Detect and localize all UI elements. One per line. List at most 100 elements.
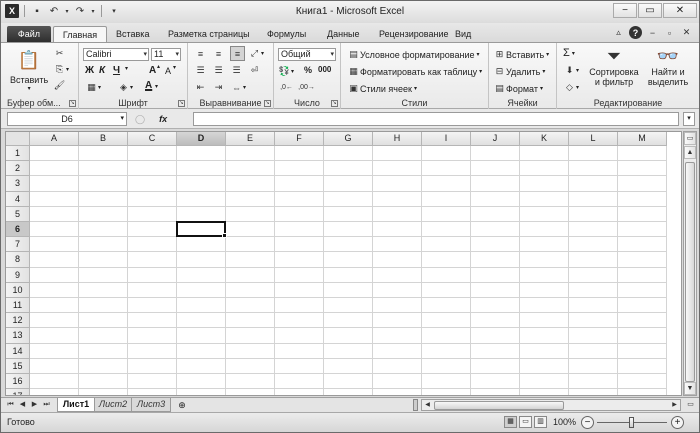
merge-center-button[interactable]: ⇔ ▾: [230, 81, 246, 94]
insert-cells-button[interactable]: ⊞ Вставить ▾: [493, 48, 549, 61]
cell-styles-button[interactable]: ▣ Стили ячеек ▾: [347, 82, 417, 95]
row-header-13[interactable]: 13: [6, 328, 30, 344]
insert-sheet-icon[interactable]: ⊕: [173, 399, 191, 411]
align-right-button[interactable]: ☰: [230, 64, 243, 77]
tab-formulas[interactable]: Формулы: [267, 26, 306, 42]
tab-home[interactable]: Главная: [53, 26, 107, 42]
tab-split-handle[interactable]: [413, 399, 418, 411]
maximize-icon[interactable]: ▭: [638, 3, 662, 18]
number-launcher-icon[interactable]: ↘: [331, 100, 338, 107]
tab-file[interactable]: Файл: [7, 26, 51, 42]
delete-cells-button[interactable]: ⊟ Удалить ▾: [493, 65, 546, 78]
shrink-font-button[interactable]: A: [165, 66, 171, 76]
worksheet-grid[interactable]: ABCDEFGHIJKLM1234567891011121314151617: [5, 131, 682, 396]
percent-button[interactable]: %: [304, 65, 312, 75]
scroll-left-icon[interactable]: ◀: [422, 400, 433, 410]
number-format-combo[interactable]: Общий ▾: [278, 48, 336, 61]
align-top-button[interactable]: ≡: [194, 47, 207, 60]
scroll-down-icon[interactable]: ▼: [684, 382, 696, 395]
row-header-8[interactable]: 8: [6, 252, 30, 268]
doc-restore-icon[interactable]: ▫: [663, 26, 676, 39]
scroll-right-icon[interactable]: ▶: [669, 400, 680, 410]
vertical-scrollbar[interactable]: ▭ ▲ ▼: [683, 131, 697, 396]
align-center-button[interactable]: ☰: [212, 64, 225, 77]
row-header-6[interactable]: 6: [6, 222, 30, 238]
split-box-icon[interactable]: ▭: [684, 132, 696, 145]
column-header-l[interactable]: L: [569, 132, 618, 146]
redo-dropdown-icon[interactable]: ▾: [90, 4, 96, 18]
split-box-h-icon[interactable]: ▭: [685, 399, 696, 411]
tab-page-layout[interactable]: Разметка страницы: [168, 26, 250, 42]
first-sheet-icon[interactable]: ⏮: [5, 399, 16, 411]
minimize-icon[interactable]: −: [613, 3, 637, 18]
minimize-ribbon-icon[interactable]: ▵: [612, 26, 625, 39]
save-icon[interactable]: ▪: [30, 4, 44, 18]
fill-button[interactable]: ⬇ ▾: [563, 64, 579, 77]
expand-formula-bar-icon[interactable]: ▾: [683, 112, 695, 126]
page-break-view-icon[interactable]: ▥: [534, 416, 547, 428]
row-header-12[interactable]: 12: [6, 313, 30, 329]
bold-button[interactable]: Ж: [85, 65, 94, 76]
row-header-5[interactable]: 5: [6, 206, 30, 222]
column-header-g[interactable]: G: [324, 132, 373, 146]
wrap-text-button[interactable]: ⏎: [248, 64, 261, 77]
row-header-1[interactable]: 1: [6, 146, 30, 162]
column-header-f[interactable]: F: [275, 132, 324, 146]
underline-button[interactable]: Ч: [113, 65, 120, 76]
help-icon[interactable]: ?: [629, 26, 642, 39]
scroll-up-icon[interactable]: ▲: [684, 146, 696, 159]
row-header-9[interactable]: 9: [6, 267, 30, 283]
format-as-table-button[interactable]: ▦ Форматировать как таблицу ▾: [347, 65, 482, 78]
cut-button[interactable]: ✂: [53, 47, 66, 60]
name-box[interactable]: D6 ▾: [7, 112, 127, 126]
row-header-14[interactable]: 14: [6, 343, 30, 359]
align-middle-button[interactable]: ≡: [212, 47, 225, 60]
tab-insert[interactable]: Вставка: [116, 26, 149, 42]
decrease-decimal-button[interactable]: ,00→: [298, 81, 315, 94]
page-layout-view-icon[interactable]: ▭: [519, 416, 532, 428]
sheet-tab-3[interactable]: Лист3: [131, 398, 171, 412]
prev-sheet-icon[interactable]: ◀: [17, 399, 28, 411]
font-size-combo[interactable]: 11 ▾: [151, 48, 181, 61]
column-header-d[interactable]: D: [177, 132, 226, 146]
row-header-7[interactable]: 7: [6, 237, 30, 253]
customize-qat-icon[interactable]: ▾: [107, 4, 121, 18]
tab-view[interactable]: Вид: [455, 26, 471, 42]
row-header-15[interactable]: 15: [6, 358, 30, 374]
comma-style-button[interactable]: 000: [318, 65, 331, 74]
column-header-a[interactable]: A: [30, 132, 79, 146]
autosum-button[interactable]: Σ ▾: [563, 47, 575, 59]
zoom-out-icon[interactable]: −: [581, 416, 594, 429]
underline-dropdown-icon[interactable]: ▾: [125, 65, 128, 72]
decrease-indent-button[interactable]: ⇤: [194, 81, 207, 94]
column-header-e[interactable]: E: [226, 132, 275, 146]
font-color-button[interactable]: A: [145, 80, 152, 91]
italic-button[interactable]: К: [99, 65, 105, 76]
row-header-3[interactable]: 3: [6, 176, 30, 192]
font-name-combo[interactable]: Calibri ▾: [83, 48, 149, 61]
excel-app-icon[interactable]: X: [5, 4, 19, 18]
align-left-button[interactable]: ☰: [194, 64, 207, 77]
insert-function-button[interactable]: fx: [159, 114, 167, 124]
column-header-b[interactable]: B: [79, 132, 128, 146]
zoom-level[interactable]: 100%: [553, 417, 576, 427]
clipboard-launcher-icon[interactable]: ↘: [69, 100, 76, 107]
column-header-m[interactable]: M: [618, 132, 667, 146]
row-header-11[interactable]: 11: [6, 298, 30, 314]
row-header-16[interactable]: 16: [6, 374, 30, 390]
find-select-button[interactable]: 👓 Найти и выделить: [645, 45, 691, 88]
tab-review[interactable]: Рецензирование: [379, 26, 449, 42]
conditional-formatting-button[interactable]: ▤ Условное форматирование ▾: [347, 48, 479, 61]
row-header-2[interactable]: 2: [6, 161, 30, 177]
doc-close-icon[interactable]: ✕: [680, 26, 693, 39]
zoom-in-icon[interactable]: +: [671, 416, 684, 429]
active-cell[interactable]: [176, 221, 226, 238]
format-cells-button[interactable]: ▤ Формат ▾: [493, 82, 543, 95]
align-bottom-button[interactable]: ≡: [230, 46, 245, 61]
next-sheet-icon[interactable]: ▶: [29, 399, 40, 411]
paste-button[interactable]: 📋 Вставить ▾: [10, 47, 48, 93]
fill-handle[interactable]: [222, 233, 227, 239]
horizontal-scroll-thumb[interactable]: [434, 401, 564, 410]
tab-data[interactable]: Данные: [327, 26, 360, 42]
sheet-tab-1[interactable]: Лист1: [57, 398, 95, 412]
